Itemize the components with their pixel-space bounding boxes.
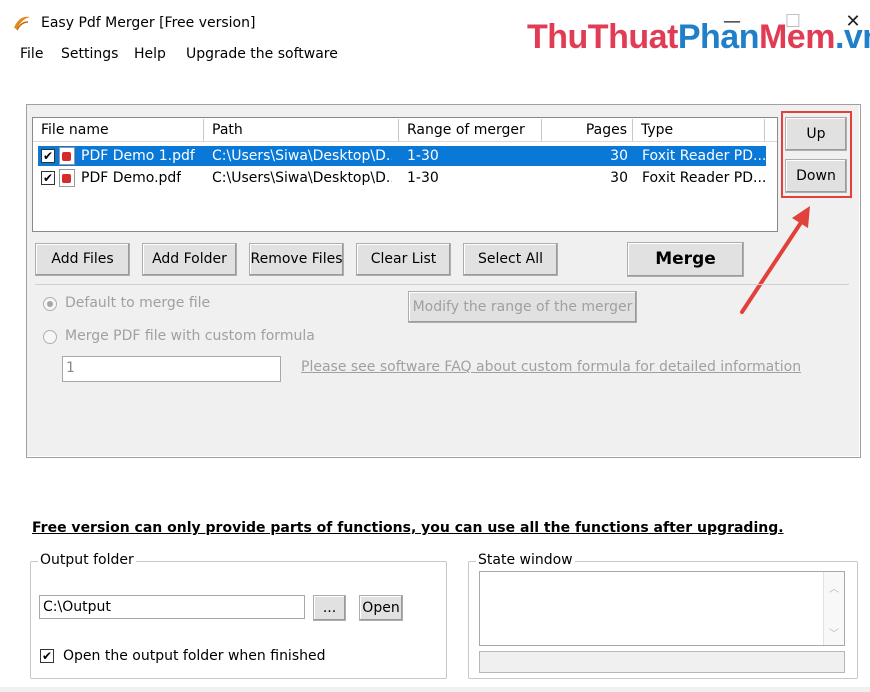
column-header-range[interactable]: Range of merger — [399, 119, 542, 141]
pdf-file-icon — [59, 147, 75, 165]
modify-range-button[interactable]: Modify the range of the merger — [408, 291, 637, 323]
scroll-down-icon[interactable]: ﹀ — [824, 625, 844, 640]
state-scrollbar[interactable]: ︿ ﹀ — [823, 572, 844, 645]
menu-upgrade[interactable]: Upgrade the software — [186, 46, 338, 62]
cell-path: C:\Users\Siwa\Desktop\D... — [212, 170, 392, 186]
table-row[interactable]: ✔ PDF Demo.pdf C:\Users\Siwa\Desktop\D..… — [38, 168, 766, 188]
custom-formula-radio[interactable] — [43, 330, 57, 344]
formula-input[interactable]: 1 — [62, 356, 281, 382]
column-header-pages[interactable]: Pages — [542, 119, 633, 141]
open-folder-button[interactable]: Open — [359, 595, 403, 621]
cell-file-name: PDF Demo 1.pdf — [81, 148, 195, 164]
clear-list-button[interactable]: Clear List — [356, 243, 451, 276]
add-files-button[interactable]: Add Files — [35, 243, 130, 276]
scroll-up-icon[interactable]: ︿ — [824, 580, 844, 595]
annotation-highlight-box — [781, 111, 852, 198]
menu-file[interactable]: File — [20, 46, 43, 62]
menu-settings[interactable]: Settings — [61, 46, 118, 62]
state-window-legend: State window — [476, 552, 575, 568]
select-all-button[interactable]: Select All — [463, 243, 558, 276]
merge-button[interactable]: Merge — [627, 242, 744, 277]
cell-pages: 30 — [610, 170, 628, 186]
open-when-finished-label: Open the output folder when finished — [63, 648, 326, 664]
separator — [35, 284, 849, 285]
menu-help[interactable]: Help — [134, 46, 166, 62]
cell-path: C:\Users\Siwa\Desktop\D... — [212, 148, 392, 164]
close-button[interactable]: ✕ — [839, 10, 867, 34]
default-merge-label: Default to merge file — [65, 295, 211, 311]
column-header-file-name[interactable]: File name — [33, 119, 204, 141]
output-path-field[interactable]: C:\Output — [39, 595, 305, 619]
cell-range: 1-30 — [407, 148, 439, 164]
state-progress-bar — [479, 651, 845, 673]
cell-type: Foxit Reader PD... — [642, 170, 767, 186]
browse-button[interactable]: ... — [313, 595, 346, 621]
default-merge-radio[interactable] — [43, 297, 57, 311]
cell-pages: 30 — [610, 148, 628, 164]
maximize-button[interactable]: ☐ — [779, 10, 807, 34]
faq-link[interactable]: Please see software FAQ about custom for… — [301, 359, 801, 375]
state-log-area[interactable] — [479, 571, 845, 646]
output-folder-legend: Output folder — [38, 552, 136, 568]
cell-type: Foxit Reader PD... — [642, 148, 767, 164]
custom-formula-label: Merge PDF file with custom formula — [65, 328, 315, 344]
row-checkbox[interactable]: ✔ — [41, 171, 55, 185]
add-folder-button[interactable]: Add Folder — [142, 243, 237, 276]
app-logo-icon — [12, 14, 32, 32]
free-version-notice[interactable]: Free version can only provide parts of f… — [32, 520, 784, 536]
column-header-type[interactable]: Type — [633, 119, 765, 141]
header-divider — [33, 141, 777, 142]
cell-range: 1-30 — [407, 170, 439, 186]
row-checkbox[interactable]: ✔ — [41, 149, 55, 163]
cell-file-name: PDF Demo.pdf — [81, 170, 182, 186]
table-row[interactable]: ✔ PDF Demo 1.pdf C:\Users\Siwa\Desktop\D… — [38, 146, 766, 166]
open-when-finished-checkbox[interactable]: ✔ — [40, 649, 54, 663]
column-header-path[interactable]: Path — [204, 119, 399, 141]
menu-bar — [0, 44, 870, 66]
minimize-button[interactable]: — — [718, 10, 746, 34]
remove-files-button[interactable]: Remove Files — [249, 243, 344, 276]
window-title: Easy Pdf Merger [Free version] — [41, 15, 256, 31]
window-bottom-border — [0, 687, 870, 692]
pdf-file-icon — [59, 169, 75, 187]
